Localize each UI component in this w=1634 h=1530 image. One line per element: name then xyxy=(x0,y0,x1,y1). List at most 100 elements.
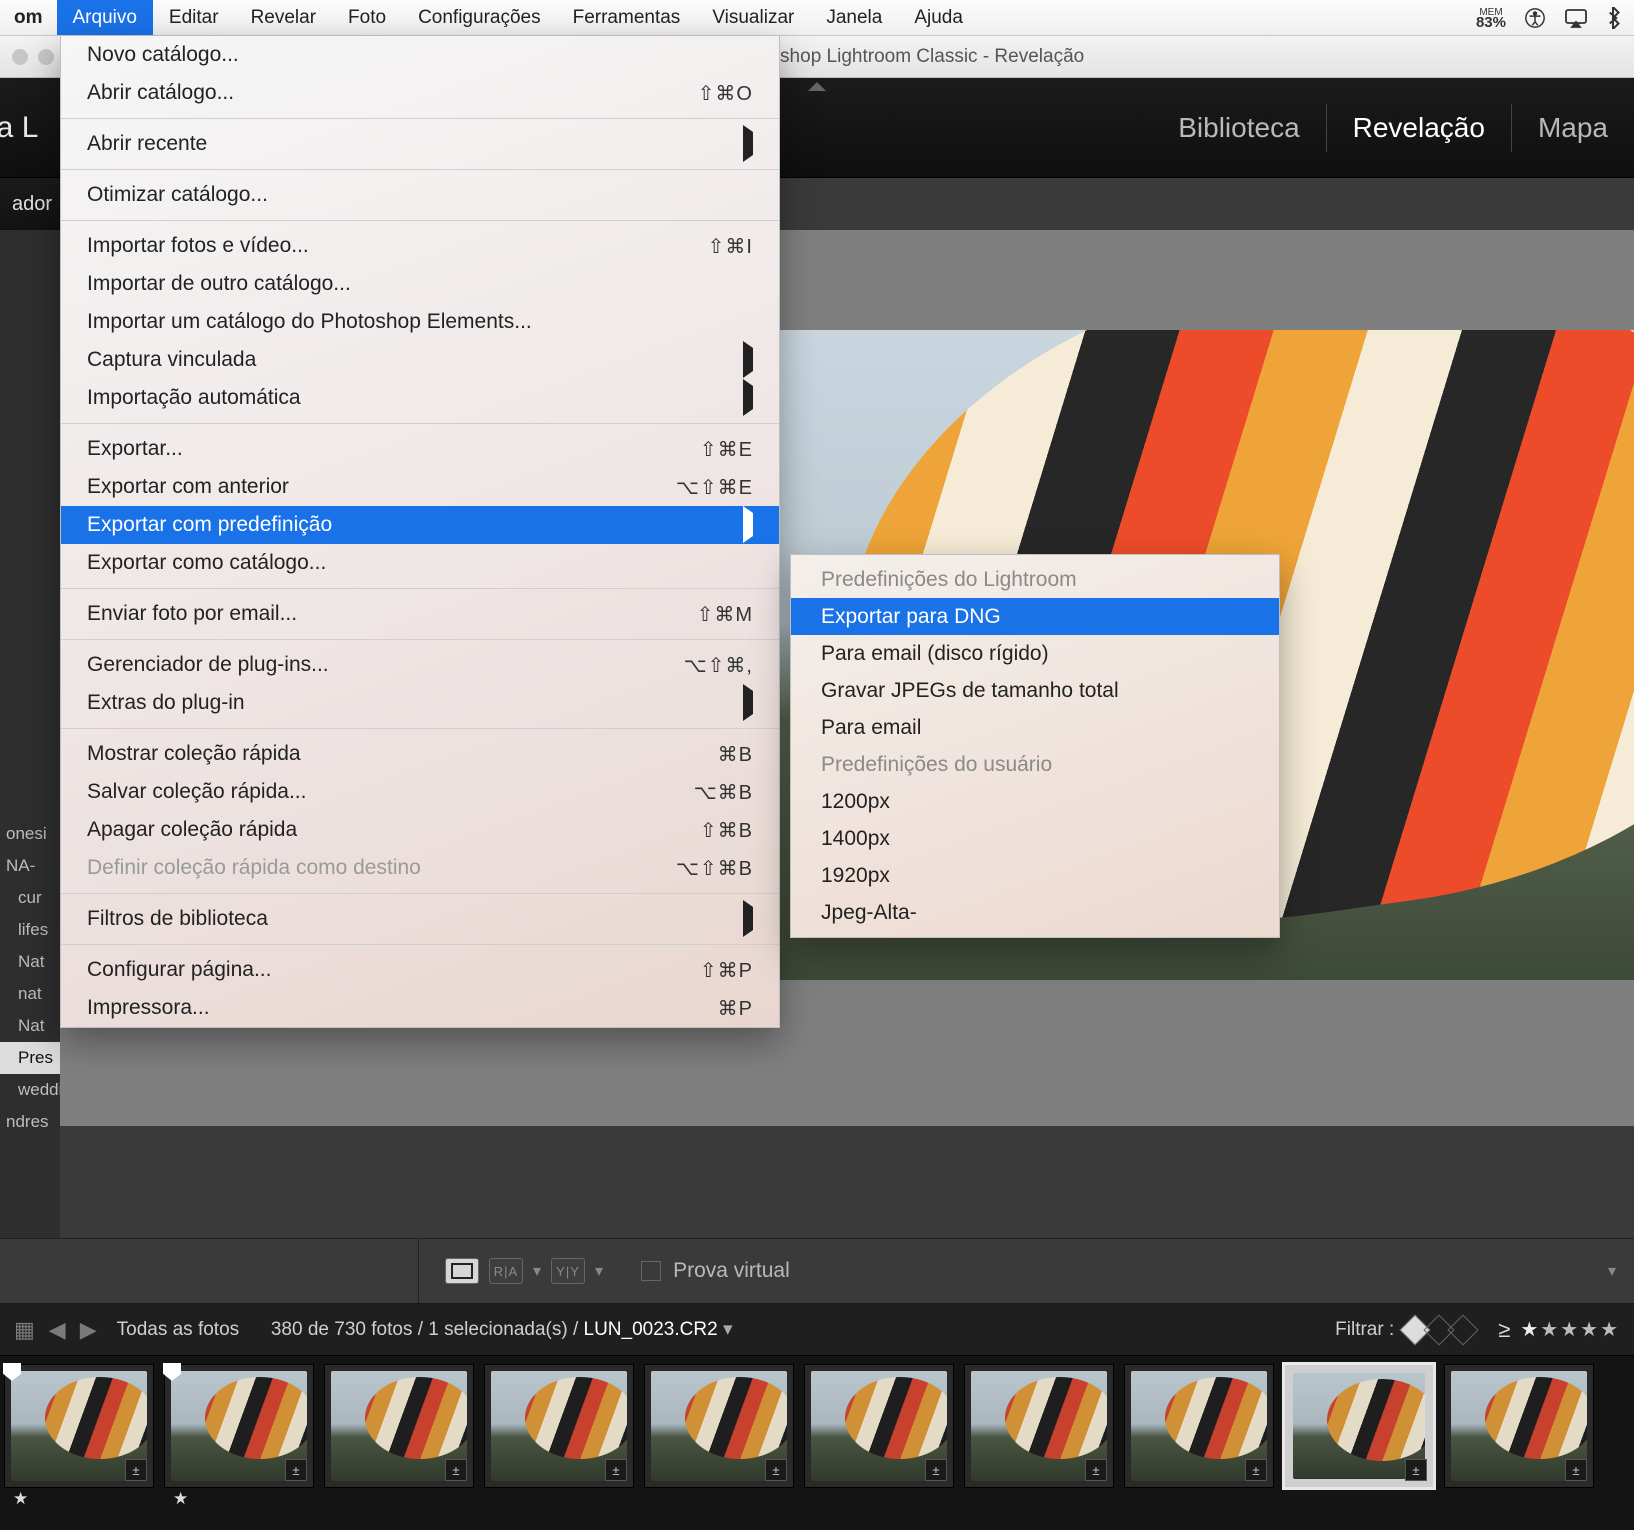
menu-item[interactable]: Salvar coleção rápida...⌥⌘B xyxy=(61,773,779,811)
submenu-header: Predefinições do Lightroom xyxy=(791,561,1279,598)
menu-item[interactable]: Importar fotos e vídeo...⇧⌘I xyxy=(61,227,779,265)
nav-forward-icon[interactable]: ▶ xyxy=(80,1317,97,1343)
filmstrip-thumb[interactable]: ± xyxy=(804,1364,954,1488)
filmstrip-thumb[interactable]: ± xyxy=(1124,1364,1274,1488)
filmstrip-thumb[interactable]: ± xyxy=(1284,1364,1434,1488)
filter-stars[interactable]: ★★★★★ xyxy=(1520,1317,1620,1342)
filter-flags[interactable] xyxy=(1404,1319,1474,1341)
preset-item[interactable]: Nat xyxy=(0,946,60,978)
soft-proof-checkbox[interactable] xyxy=(641,1261,661,1281)
preset-item[interactable]: wedding-pb-dia xyxy=(0,1074,60,1106)
submenu-item[interactable]: Jpeg-Alta- xyxy=(791,894,1279,931)
submenu-item[interactable]: Para email (disco rígido) xyxy=(791,635,1279,672)
accessibility-icon[interactable] xyxy=(1524,7,1546,29)
menu-item[interactable]: Extras do plug-in xyxy=(61,684,779,722)
menu-item[interactable]: Configurar página...⇧⌘P xyxy=(61,951,779,989)
menu-item[interactable]: Impressora...⌘P xyxy=(61,989,779,1027)
filmstrip-thumb[interactable]: ±★ xyxy=(164,1364,314,1488)
breadcrumb[interactable]: Todas as fotos 380 de 730 fotos / 1 sele… xyxy=(117,1318,733,1341)
menu-item[interactable]: Captura vinculada xyxy=(61,341,779,379)
view-mode-before-after-tb[interactable]: Y|Y xyxy=(551,1258,585,1284)
submenu-item[interactable]: Exportar para DNG xyxy=(791,598,1279,635)
filmstrip-thumb[interactable]: ± xyxy=(1444,1364,1594,1488)
bluetooth-icon[interactable] xyxy=(1606,7,1620,29)
menu-ajuda[interactable]: Ajuda xyxy=(898,0,979,35)
develop-badge-icon: ± xyxy=(445,1459,467,1481)
menu-item[interactable]: Importar de outro catálogo... xyxy=(61,265,779,303)
view-toolbar: R|A ▾ Y|Y ▾ Prova virtual ▾ xyxy=(0,1238,1634,1304)
menu-visualizar[interactable]: Visualizar xyxy=(696,0,810,35)
module-tab-biblioteca[interactable]: Biblioteca xyxy=(1152,78,1325,177)
menu-item[interactable]: Enviar foto por email...⇧⌘M xyxy=(61,595,779,633)
filmstrip-thumb[interactable]: ± xyxy=(484,1364,634,1488)
filmstrip-thumb[interactable]: ± xyxy=(324,1364,474,1488)
left-panel: ador onesiNA-curlifesNatnatNatPresweddin… xyxy=(0,178,60,1238)
menu-configurações[interactable]: Configurações xyxy=(402,0,557,35)
submenu-item[interactable]: 1200px xyxy=(791,783,1279,820)
menu-item[interactable]: Importação automática xyxy=(61,379,779,417)
filmstrip-thumb[interactable]: ±★ xyxy=(4,1364,154,1488)
develop-badge-icon: ± xyxy=(1085,1459,1107,1481)
menu-item[interactable]: Exportar como catálogo... xyxy=(61,544,779,582)
menu-item[interactable]: Importar um catálogo do Photoshop Elemen… xyxy=(61,303,779,341)
panel-expand-icon[interactable] xyxy=(808,82,826,91)
menu-item[interactable]: Exportar com anterior⌥⇧⌘E xyxy=(61,468,779,506)
mac-menubar: om ArquivoEditarRevelarFotoConfigurações… xyxy=(0,0,1634,36)
current-file: LUN_0023.CR2 xyxy=(584,1319,718,1340)
module-tab-revelação[interactable]: Revelação xyxy=(1327,78,1511,177)
filmstrip[interactable]: ±★±★±±±±±±±± xyxy=(0,1356,1634,1530)
identity-plate: da L xyxy=(0,111,38,145)
menu-janela[interactable]: Janela xyxy=(810,0,898,35)
preset-item[interactable]: lifes xyxy=(0,914,60,946)
menu-arquivo[interactable]: Arquivo xyxy=(57,0,153,35)
submenu-arrow-icon xyxy=(743,907,753,931)
toolbar-more-icon[interactable]: ▾ xyxy=(1608,1261,1616,1281)
submenu-arrow-icon xyxy=(743,513,753,537)
menu-ferramentas[interactable]: Ferramentas xyxy=(557,0,697,35)
module-tab-mapa[interactable]: Mapa xyxy=(1512,78,1634,177)
menu-item[interactable]: Mostrar coleção rápida⌘B xyxy=(61,735,779,773)
menu-editar[interactable]: Editar xyxy=(153,0,235,35)
left-panel-header[interactable]: ador xyxy=(0,178,60,230)
preset-group[interactable]: NA- xyxy=(0,850,60,882)
submenu-item[interactable]: 1920px xyxy=(791,857,1279,894)
airplay-icon[interactable] xyxy=(1564,8,1588,28)
preset-group[interactable]: ndres xyxy=(0,1106,60,1138)
submenu-item[interactable]: 1400px xyxy=(791,820,1279,857)
view-mode-loupe[interactable] xyxy=(445,1258,479,1284)
menu-revelar[interactable]: Revelar xyxy=(235,0,332,35)
nav-back-icon[interactable]: ◀ xyxy=(49,1317,66,1343)
menu-item[interactable]: Novo catálogo... xyxy=(61,36,779,74)
menu-item[interactable]: Apagar coleção rápida⇧⌘B xyxy=(61,811,779,849)
preset-item[interactable]: nat xyxy=(0,978,60,1010)
menu-item[interactable]: Exportar com predefinição xyxy=(61,506,779,544)
menu-item[interactable]: Otimizar catálogo... xyxy=(61,176,779,214)
preset-item[interactable]: Nat xyxy=(0,1010,60,1042)
menu-foto[interactable]: Foto xyxy=(332,0,402,35)
menu-item[interactable]: Abrir recente xyxy=(61,125,779,163)
submenu-arrow-icon xyxy=(743,691,753,715)
grid-icon[interactable]: ▦ xyxy=(14,1317,35,1343)
filmstrip-thumb[interactable]: ± xyxy=(964,1364,1114,1488)
file-menu: Novo catálogo...Abrir catálogo...⇧⌘O Abri… xyxy=(60,36,780,1028)
submenu-item[interactable]: Gravar JPEGs de tamanho total xyxy=(791,672,1279,709)
view-mode-before-after-lr[interactable]: R|A xyxy=(489,1258,523,1284)
submenu-arrow-icon xyxy=(743,386,753,410)
dropdown-caret-icon[interactable]: ▾ xyxy=(723,1319,733,1340)
menu-item[interactable]: Exportar...⇧⌘E xyxy=(61,430,779,468)
filmstrip-thumb[interactable]: ± xyxy=(644,1364,794,1488)
app-name: om xyxy=(0,7,57,29)
menu-item[interactable]: Abrir catálogo...⇧⌘O xyxy=(61,74,779,112)
preset-item[interactable]: cur xyxy=(0,882,60,914)
dropdown-caret-icon[interactable]: ▾ xyxy=(533,1261,541,1281)
dropdown-caret-icon[interactable]: ▾ xyxy=(595,1261,603,1281)
preset-item[interactable]: Pres xyxy=(0,1042,60,1074)
menu-item: Definir coleção rápida como destino⌥⇧⌘B xyxy=(61,849,779,887)
develop-badge-icon: ± xyxy=(1245,1459,1267,1481)
menu-item[interactable]: Filtros de biblioteca xyxy=(61,900,779,938)
develop-badge-icon: ± xyxy=(1405,1459,1427,1481)
develop-badge-icon: ± xyxy=(285,1459,307,1481)
menu-item[interactable]: Gerenciador de plug-ins...⌥⇧⌘, xyxy=(61,646,779,684)
preset-group[interactable]: onesi xyxy=(0,818,60,850)
submenu-item[interactable]: Para email xyxy=(791,709,1279,746)
